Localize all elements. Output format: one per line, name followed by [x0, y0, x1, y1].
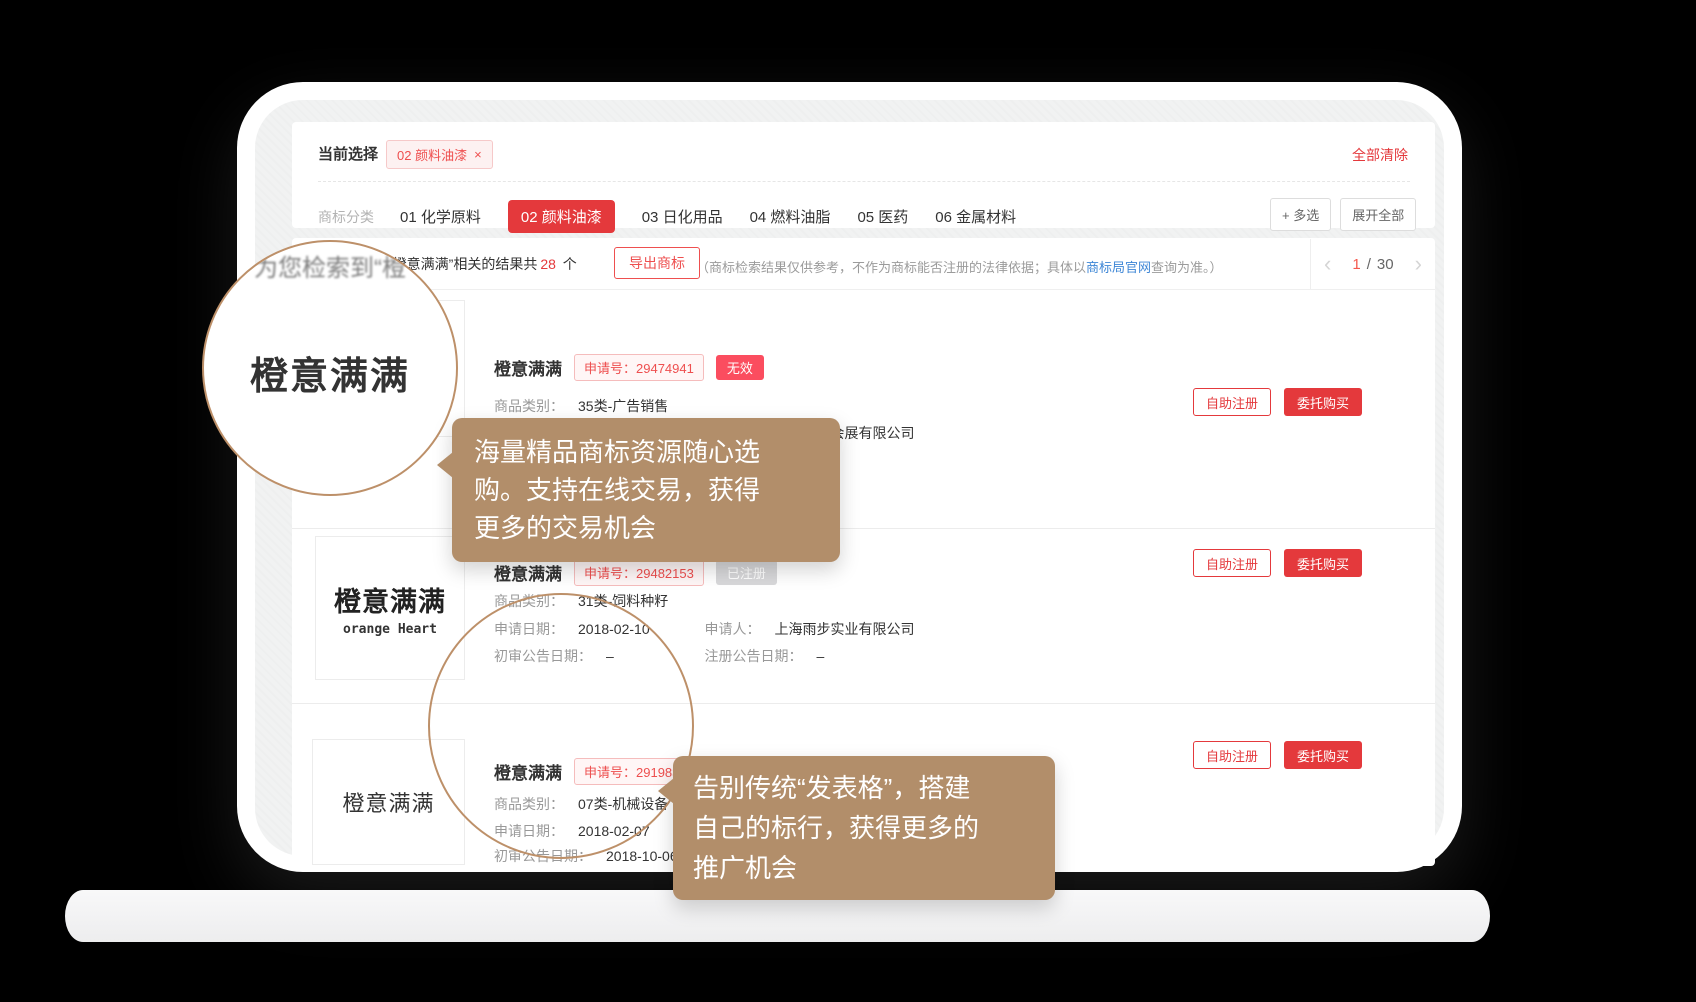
trademark-name: 橙意满满: [494, 560, 562, 585]
lens-magnified-trademark: 橙意满满: [204, 345, 456, 400]
self-register-button[interactable]: 自助注册: [1193, 388, 1271, 416]
tag-close-icon[interactable]: ×: [474, 147, 482, 162]
header-divider: [292, 289, 1435, 290]
applicant-value: 上海雨步实业有限公司: [774, 621, 914, 637]
tooltip-line: 推广机会: [693, 848, 1035, 888]
status-badge-registered: 已注册: [716, 560, 777, 585]
application-number-tag: 申请号：29482153: [574, 559, 704, 586]
magnifier-lens-1: 为您检索到“橙 橙意满满: [202, 240, 458, 496]
disclaimer-prefix: （商标检索结果仅供参考，不作为商标能否注册的法律依据；具体以: [696, 260, 1086, 275]
entrust-purchase-button[interactable]: 委托购买: [1284, 388, 1362, 416]
self-register-button[interactable]: 自助注册: [1193, 741, 1271, 769]
prev-page-icon[interactable]: ‹: [1324, 253, 1331, 275]
tooltip-line: 海量精品商标资源随心选: [474, 433, 818, 471]
page-background: 当前选择 02 颜料油漆 × 全部清除 商标分类 01 化学原料 02 颜料油漆…: [0, 0, 1696, 1002]
trademark-logo-text: 橙意满满: [334, 580, 446, 619]
results-count: 28: [540, 256, 556, 272]
category-tab-05[interactable]: 05 医药: [857, 206, 908, 227]
trademark-title-row: 橙意满满 申请号：29474941 无效: [494, 354, 764, 381]
trademark-logo-row2: 橙意满满 orange Heart: [315, 536, 465, 680]
trademark-title-row: 橙意满满 申请号：29482153 已注册: [494, 559, 777, 586]
trademark-logo-subtext: orange Heart: [343, 622, 437, 637]
reg-publication-label: 注册公告日期：: [704, 648, 802, 664]
trademark-name: 橙意满满: [494, 355, 562, 380]
tooltip-arrow-icon: [437, 452, 453, 478]
first-publication-value: 2018-10-06: [606, 848, 678, 864]
multi-select-button[interactable]: + 多选: [1270, 198, 1331, 231]
tooltip-arrow-icon: [658, 778, 674, 804]
reg-publication-value: –: [816, 648, 824, 664]
application-number-tag: 申请号：29474941: [574, 354, 704, 381]
field-line: 商品类别： 35类-广告销售: [494, 396, 668, 416]
category-tab-02-active[interactable]: 02 颜料油漆: [508, 200, 615, 233]
category-value: 35类-广告销售: [578, 398, 668, 414]
trademark-office-link[interactable]: 商标局官网: [1086, 260, 1151, 275]
selected-filter-tag-text: 02 颜料油漆: [397, 145, 467, 164]
entrust-purchase-button[interactable]: 委托购买: [1284, 741, 1362, 769]
magnifier-lens-2: [428, 593, 694, 859]
category-tab-03[interactable]: 03 日化用品: [642, 206, 723, 227]
export-trademark-button[interactable]: 导出商标: [614, 247, 700, 279]
tooltip-line: 告别传统“发表格”，搭建: [693, 768, 1035, 808]
lens-magnified-fragment: 为您检索到“橙: [204, 248, 456, 283]
self-register-button[interactable]: 自助注册: [1193, 549, 1271, 577]
trademark-category-label: 商标分类: [318, 207, 374, 227]
current-page: 1: [1352, 256, 1360, 273]
pagination: ‹ 1 / 30 ›: [1310, 239, 1435, 289]
next-page-icon[interactable]: ›: [1415, 253, 1422, 275]
category-tabs: 01 化学原料 02 颜料油漆 03 日化用品 04 燃料油脂 05 医药 06…: [400, 199, 1016, 233]
tooltip-line: 自己的标行，获得更多的: [693, 808, 1035, 848]
disclaimer-text: （商标检索结果仅供参考，不作为商标能否注册的法律依据；具体以商标局官网查询为准。…: [696, 257, 1223, 276]
summary-suffix: 个: [563, 256, 577, 272]
disclaimer-suffix: 查询为准。）: [1151, 260, 1223, 275]
category-tab-04[interactable]: 04 燃料油脂: [750, 206, 831, 227]
total-pages: 30: [1377, 256, 1394, 273]
clear-all-button[interactable]: 全部清除: [1352, 145, 1408, 165]
selected-filter-tag[interactable]: 02 颜料油漆 ×: [386, 140, 493, 169]
applicant-label: 申请人：: [704, 621, 760, 637]
trademark-logo-text: 橙意满满: [342, 786, 434, 818]
category-label: 商品类别：: [494, 398, 564, 414]
tooltip-marketplace: 海量精品商标资源随心选 购。支持在线交易，获得 更多的交易机会: [452, 418, 840, 562]
entrust-purchase-button[interactable]: 委托购买: [1284, 549, 1362, 577]
tooltip-line: 更多的交易机会: [474, 509, 818, 547]
expand-all-button[interactable]: 展开全部: [1340, 198, 1416, 231]
dashed-divider: [318, 181, 1410, 182]
category-tab-06[interactable]: 06 金属材料: [935, 206, 1016, 227]
status-badge-invalid: 无效: [716, 355, 764, 380]
tooltip-line: 购。支持在线交易，获得: [474, 471, 818, 509]
category-tab-01[interactable]: 01 化学原料: [400, 206, 481, 227]
current-selection-label: 当前选择: [318, 143, 378, 164]
tooltip-promotion: 告别传统“发表格”，搭建 自己的标行，获得更多的 推广机会: [673, 756, 1055, 900]
page-separator: /: [1367, 256, 1371, 273]
